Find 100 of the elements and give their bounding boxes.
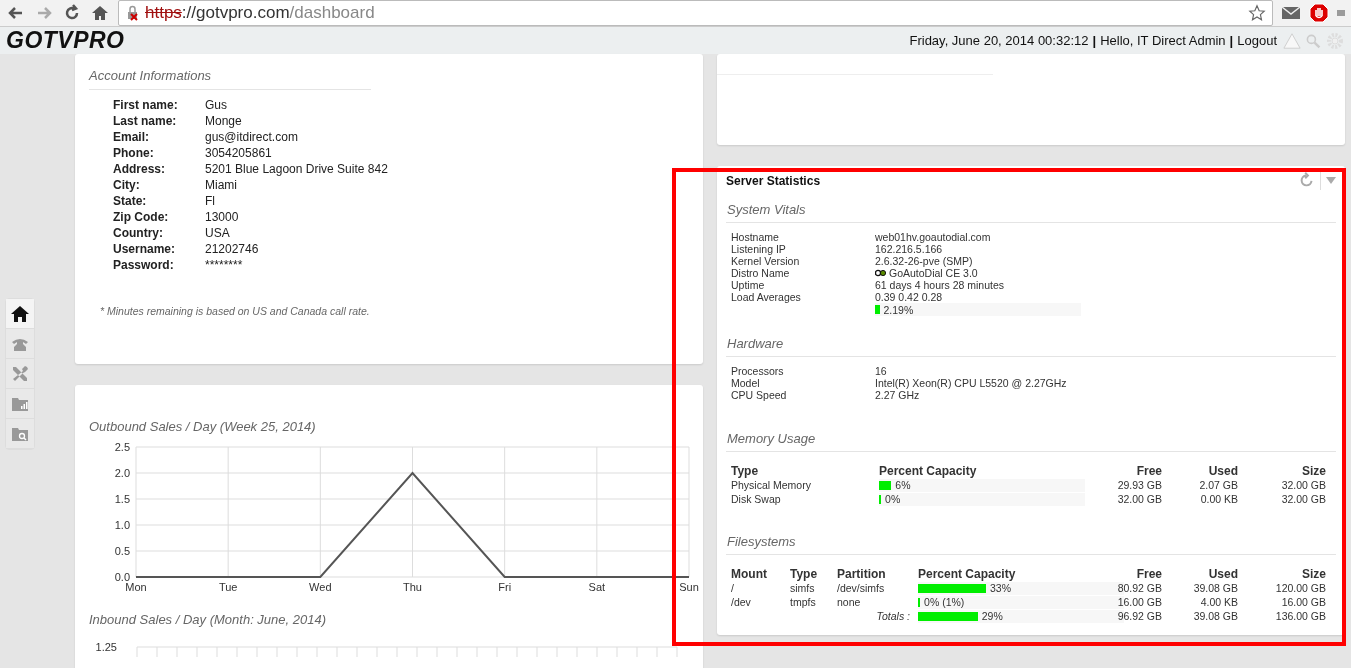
stat-label: Uptime bbox=[731, 279, 766, 291]
field-value: 5201 Blue Lagoon Drive Suite 842 bbox=[205, 162, 389, 176]
table-cell-text: 32.00 GB bbox=[1280, 478, 1326, 492]
axis-label: Tue bbox=[218, 581, 238, 592]
axis-label: 2.5 bbox=[114, 442, 130, 453]
field-label: Username: bbox=[113, 242, 177, 256]
stat-value: Intel(R) Xeon(R) CPU L5520 @ 2.27GHz bbox=[875, 377, 1068, 389]
field-value: gus@itdirect.com bbox=[205, 130, 299, 144]
url-path: /dashboard bbox=[289, 3, 375, 23]
table-cell-text: Physical Memory bbox=[731, 478, 812, 492]
table-cell-text: 29.93 GB bbox=[1116, 478, 1162, 492]
field-label: State: bbox=[113, 194, 148, 208]
field-value: Gus bbox=[205, 98, 228, 112]
table-cell-text: 16.00 GB bbox=[1280, 595, 1326, 609]
field-label: Zip Code: bbox=[113, 210, 170, 224]
column-header: Used bbox=[1207, 567, 1238, 581]
toolbar-button[interactable] bbox=[6, 299, 34, 329]
table-cell-text: 96.92 GB bbox=[1116, 609, 1162, 623]
table-cell-text: /dev bbox=[731, 595, 752, 609]
percent-text: 0% bbox=[885, 492, 901, 506]
axis-label: 2.0 bbox=[114, 467, 130, 479]
field-label: City: bbox=[113, 178, 141, 192]
axis-label: Mon bbox=[125, 581, 147, 592]
stat-label: Distro Name bbox=[731, 267, 791, 279]
stop-hand-icon[interactable] bbox=[1309, 3, 1329, 23]
logout-link[interactable]: Logout bbox=[1237, 33, 1277, 48]
column-header: Type bbox=[731, 464, 760, 478]
date-time: Friday, June 20, 2014 00:32:12 bbox=[909, 33, 1089, 48]
chart-grid-drawing: 1.25 bbox=[89, 637, 703, 657]
stat-value: 162.216.5.166 bbox=[875, 243, 944, 255]
axis-label: Fri bbox=[498, 581, 512, 592]
table-cell-text: 39.08 GB bbox=[1192, 581, 1238, 595]
field-label: Phone: bbox=[113, 146, 155, 160]
url-host: ://gotvpro.com bbox=[181, 3, 290, 23]
table-cell-text: 80.92 GB bbox=[1116, 581, 1162, 595]
axis-label: 0.0 bbox=[114, 571, 130, 583]
column-header: Percent Capacity bbox=[918, 567, 1017, 581]
table-cell-text: 16.00 GB bbox=[1116, 595, 1162, 609]
warning-icon[interactable] bbox=[1283, 31, 1301, 50]
dropdown-caret-icon[interactable] bbox=[1325, 174, 1337, 186]
axis-label: Sun bbox=[679, 581, 699, 592]
stat-value: 0.39 0.42 0.28 bbox=[875, 291, 944, 303]
field-value: 21202746 bbox=[205, 242, 260, 256]
url-scheme: https bbox=[145, 3, 182, 23]
star-icon[interactable] bbox=[1248, 4, 1266, 22]
stat-value: web01hv.goautodial.com bbox=[875, 231, 992, 243]
stat-value: 61 days 4 hours 28 minutes bbox=[875, 279, 1005, 291]
stat-label: Listening IP bbox=[731, 243, 787, 255]
percent-text: 33% bbox=[989, 581, 1011, 595]
stat-value: 2.6.32-26-pve (SMP) bbox=[875, 255, 974, 267]
column-header: Type bbox=[790, 567, 819, 581]
stat-value: GoAutoDial CE 3.0 bbox=[889, 267, 978, 279]
axis-label: Sat bbox=[588, 581, 606, 592]
table-cell-text: 2.07 GB bbox=[1198, 478, 1238, 492]
chart-title: Outbound Sales / Day (Week 25, 2014) bbox=[89, 419, 317, 434]
separator: | bbox=[1229, 33, 1234, 48]
column-header: Percent Capacity bbox=[879, 464, 978, 478]
footnote: * Minutes remaining is based on US and Canada call rate. bbox=[100, 305, 371, 317]
address-bar[interactable]: https://gotvpro.com/dashboard bbox=[118, 0, 1273, 26]
table-cell-text: 136.00 GB bbox=[1274, 609, 1326, 623]
table-cell-text: 39.08 GB bbox=[1192, 609, 1238, 623]
table-cell-text: 0.00 KB bbox=[1199, 492, 1238, 506]
column-header: Partition bbox=[837, 567, 887, 581]
axis-label: 1.5 bbox=[114, 493, 130, 505]
stat-label: Kernel Version bbox=[731, 255, 801, 267]
table-cell-text: / bbox=[731, 581, 735, 595]
column-header: Used bbox=[1207, 464, 1238, 478]
insecure-lock-icon bbox=[125, 5, 141, 21]
home-icon[interactable] bbox=[90, 3, 110, 23]
column-header: Size bbox=[1301, 464, 1326, 478]
percent-text: 29% bbox=[981, 609, 1003, 623]
field-label: Country: bbox=[113, 226, 164, 240]
table-cell-text: 120.00 GB bbox=[1274, 581, 1326, 595]
percent-text: 0% (1%) bbox=[924, 595, 965, 609]
table-cell-text: simfs bbox=[790, 581, 816, 595]
stat-label: Hostname bbox=[731, 231, 780, 243]
column-header: Mount bbox=[731, 567, 768, 581]
stat-label: CPU Speed bbox=[731, 389, 788, 401]
field-value: Fl bbox=[205, 194, 216, 208]
section-title: System Vitals bbox=[726, 202, 1336, 223]
field-value: 13000 bbox=[205, 210, 240, 224]
table-cell-text: /dev/simfs bbox=[837, 581, 886, 595]
axis-label: 1.0 bbox=[114, 519, 130, 531]
field-label: First name: bbox=[113, 98, 179, 112]
axis-label: Thu bbox=[403, 581, 422, 592]
table-cell-text: 32.00 GB bbox=[1280, 492, 1326, 506]
percent-text: 2.19% bbox=[883, 303, 914, 316]
stat-label: Processors bbox=[731, 365, 785, 377]
stat-label: Model bbox=[731, 377, 761, 389]
search-icon[interactable] bbox=[1305, 32, 1321, 49]
tools-icon bbox=[10, 363, 30, 384]
column-header: Size bbox=[1301, 567, 1326, 581]
field-value: Miami bbox=[205, 178, 238, 192]
axis-label: 0.5 bbox=[114, 545, 130, 557]
section-title: Memory Usage bbox=[726, 431, 1336, 452]
table-cell-text: tmpfs bbox=[790, 595, 817, 609]
field-value: Monge bbox=[205, 114, 243, 128]
separator: | bbox=[1092, 33, 1097, 48]
axis-label: Wed bbox=[309, 581, 332, 592]
percent-text: 6% bbox=[895, 478, 911, 492]
